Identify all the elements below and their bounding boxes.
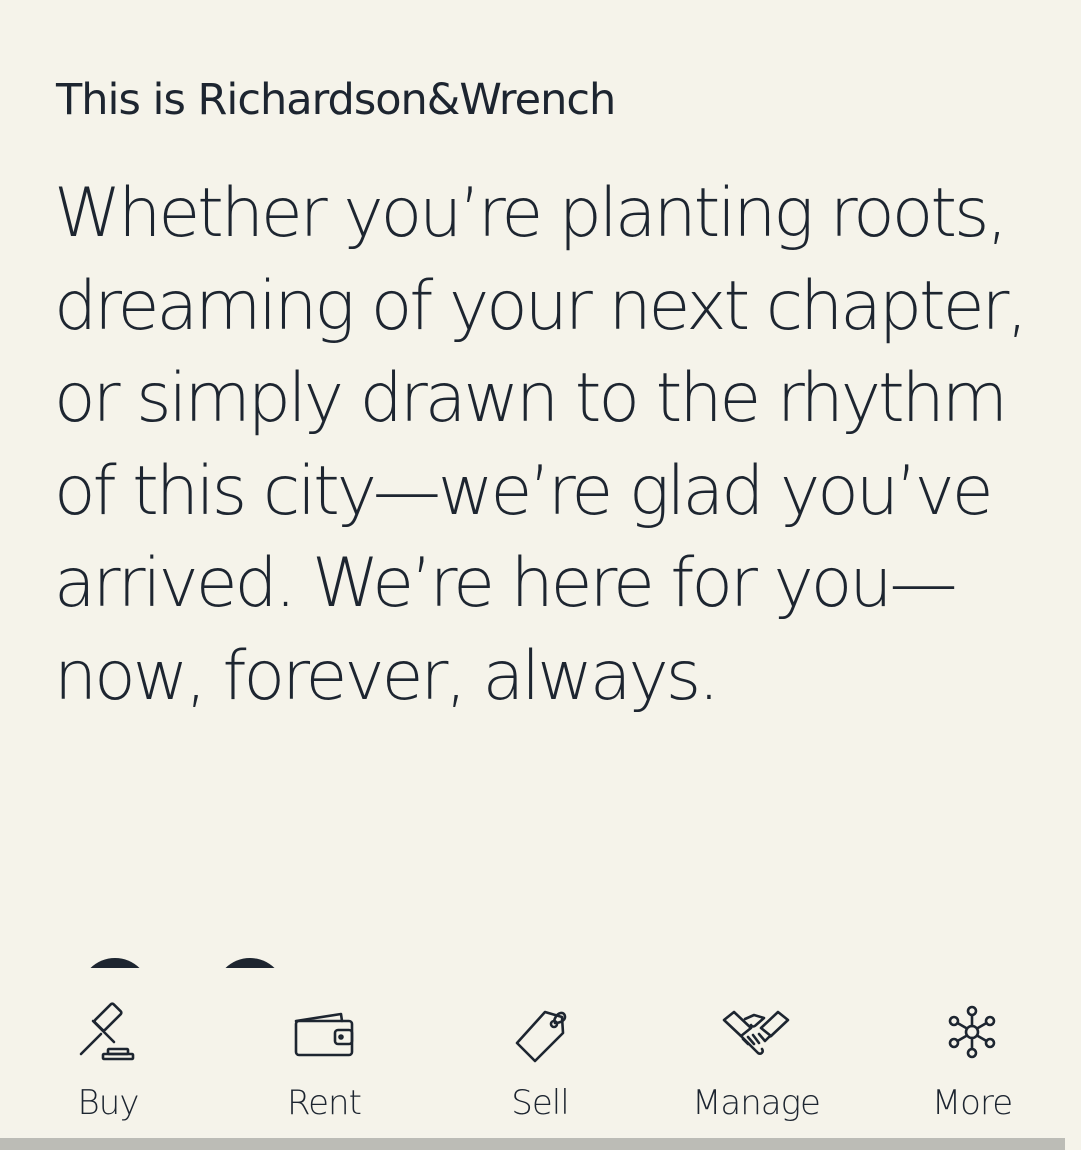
nav-label-rent: Rent: [287, 1083, 362, 1123]
bottom-navigation: Buy Rent Sell Manage More: [0, 985, 1081, 1140]
partially-hidden-shapes: [80, 958, 320, 968]
headline-line: dreaming of your next chapter,: [54, 266, 1028, 346]
handshake-icon: [721, 997, 791, 1067]
headline-line: now, forever, always.: [54, 636, 720, 716]
headline-line: or simply drawn to the rhythm: [54, 359, 1008, 438]
nav-item-sell[interactable]: Sell: [450, 985, 630, 1140]
headline-line: of this city—we’re glad you’ve: [54, 451, 994, 531]
nav-item-buy[interactable]: Buy: [18, 985, 198, 1140]
nav-item-manage[interactable]: Manage: [666, 985, 846, 1140]
nav-label-sell: Sell: [511, 1083, 569, 1123]
nav-label-more: More: [931, 1083, 1013, 1123]
partial-circle-shape: [80, 958, 150, 968]
nav-label-manage: Manage: [692, 1083, 821, 1123]
horizontal-scrollbar[interactable]: [0, 1138, 1065, 1150]
gavel-icon: [73, 997, 143, 1067]
nav-label-buy: Buy: [77, 1083, 140, 1123]
nav-item-rent[interactable]: Rent: [234, 985, 414, 1140]
headline: Whether you’re planting roots, dreaming …: [54, 168, 1054, 723]
headline-line: Whether you’re planting roots,: [54, 174, 1008, 253]
price-tag-icon: [505, 997, 575, 1067]
headline-line: arrived. We’re here for you—: [54, 544, 957, 623]
network-icon: [937, 997, 1007, 1067]
partial-circle-shape: [215, 958, 285, 968]
eyebrow-text: This is Richardson&Wrench: [56, 75, 616, 125]
nav-item-more[interactable]: More: [882, 985, 1062, 1140]
wallet-icon: [289, 997, 359, 1067]
